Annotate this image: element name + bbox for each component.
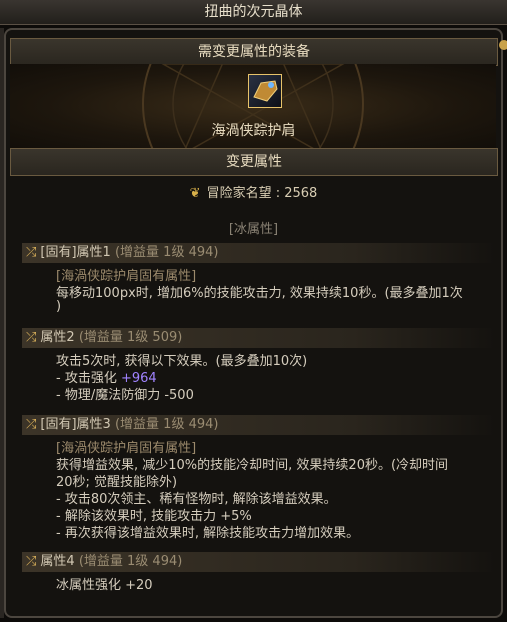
attribute-4-gain: (增益量 1级 494) <box>78 554 183 569</box>
attribute-2-title: 属性2 <box>40 330 75 345</box>
shuffle-icon: ⤮ <box>26 330 37 345</box>
change-section-header: 变更属性 <box>10 148 498 176</box>
attribute-1-title: [固有]属性1 <box>40 245 111 260</box>
shoulder-armor-icon <box>253 80 278 102</box>
reputation-icon: ❦ <box>189 186 201 201</box>
shuffle-icon: ⤮ <box>26 245 37 260</box>
attribute-3-line: - 再次获得该增益效果时, 解除技能攻击力增加效果。 <box>56 526 360 541</box>
item-icon[interactable] <box>248 74 282 108</box>
attribute-4-header[interactable]: ⤮ 属性4 (增益量 1级 494) <box>22 552 496 572</box>
shuffle-icon: ⤮ <box>26 554 37 569</box>
change-section-title: 变更属性 <box>226 154 282 170</box>
attribute-1-line: ) <box>56 299 62 314</box>
attribute-3-title: [固有]属性3 <box>40 417 111 432</box>
shuffle-icon: ⤮ <box>26 417 37 432</box>
equipment-section-title: 需变更属性的装备 <box>198 44 310 60</box>
attribute-2-gain: (增益量 1级 509) <box>78 330 183 345</box>
attribute-4-title: 属性4 <box>40 554 75 569</box>
attribute-4-line: 冰属性强化 +20 <box>56 578 153 593</box>
window-title: 扭曲的次元晶体 <box>0 0 507 25</box>
corner-dot-icon <box>499 40 507 50</box>
attribute-2-header[interactable]: ⤮ 属性2 (增益量 1级 509) <box>22 328 496 348</box>
attribute-2-line: - 物理/魔法防御力 -500 <box>56 388 194 403</box>
reputation-line: ❦ 冒险家名望 : 2568 <box>0 182 507 201</box>
reputation-label: 冒险家名望 : 2568 <box>206 186 318 201</box>
equipment-section-header: 需变更属性的装备 <box>10 38 498 66</box>
attribute-3-gain: (增益量 1级 494) <box>114 417 219 432</box>
attribute-1-gain: (增益量 1级 494) <box>114 245 219 260</box>
element-tag: [冰属性] <box>228 222 279 237</box>
attribute-3-header[interactable]: ⤮ [固有]属性3 (增益量 1级 494) <box>22 415 496 435</box>
attribute-1-line: 每移动100px时, 增加6%的技能攻击力, 效果持续10秒。(最多叠加1次 <box>56 286 463 301</box>
attribute-1-header[interactable]: ⤮ [固有]属性1 (增益量 1级 494) <box>22 243 496 263</box>
item-name: 海渦侠踪护肩 <box>211 123 296 139</box>
